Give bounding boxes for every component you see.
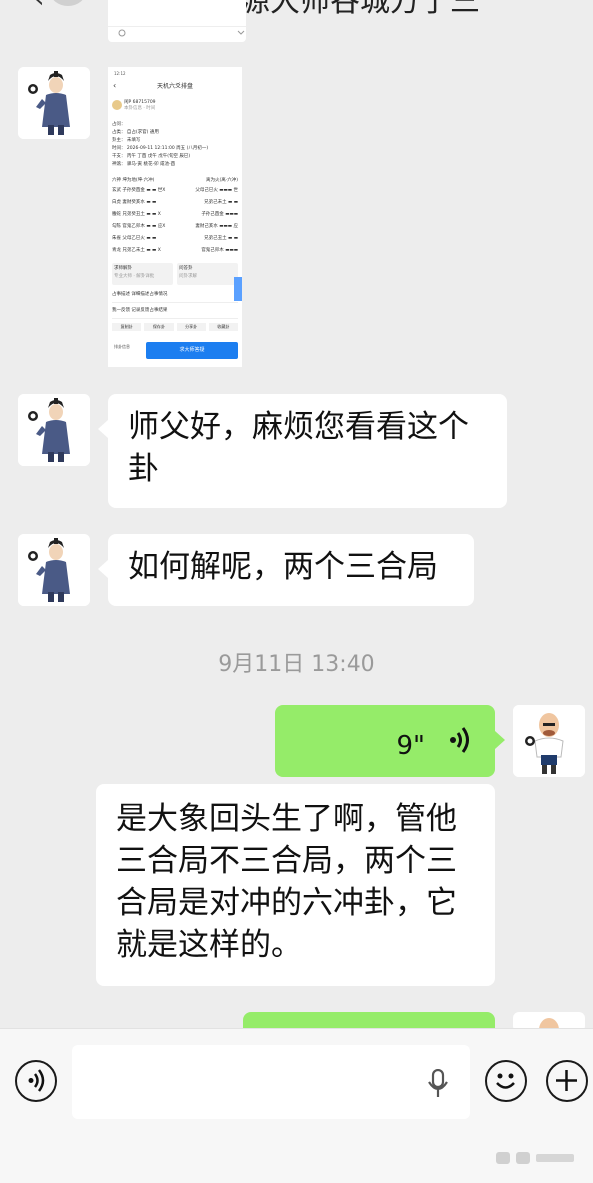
thumb-chip: 收藏卦 [208,323,238,331]
gua-screenshot-image[interactable]: 12:12 ‹ 天机六爻排盘 闲P 68715709 本卦信息 · 时间 占问：… [108,67,242,367]
back-icon[interactable]: ‹ [34,0,44,14]
taoist-avatar-icon [18,67,90,139]
thumb-info-row: 卦主： 未填写 [112,138,141,143]
watermark [496,1148,576,1173]
my-avatar[interactable] [513,705,585,777]
message-line: 如何解呢，两个三合局 [128,549,438,585]
message-bubble[interactable]: 师父好，麻烦您看看这个 卦 [98,394,507,508]
message-line: 合局是对冲的六冲卦，它 [116,885,457,921]
thumb-info-row: 时间： 2026-09-11 12:11:00 周五 (八月初一) [112,146,209,151]
chat-header: ‹ 王小问源大师谷城方了三 [0,0,593,19]
thumb-line: 占事描述 详细描述占事情况 [112,291,238,303]
message-bubble[interactable]: 是大象回头生了啊，管他 三合局不三合局，两个三 合局是对冲的六冲卦，它 就是这样… [96,784,495,986]
thumb-gua-row: 白虎 妻财癸亥水 ▬ ▬ 兄弟己未土 ▬ ▬ [112,199,238,211]
message-line: 卦 [128,451,159,487]
thumb-card: 问答卦 问卦求解 [177,263,238,285]
thumb-info-row: 干支： 丙午 丁酉 戊午 戊午(旬空 辰巳) [112,154,191,159]
taoist-avatar-icon [18,534,90,606]
thumb-gua-cell: 朱雀 父母乙巳火 ▬ ▬ [112,236,157,241]
thumb-gua-row: 勾陈 官鬼乙卯木 ▬ ▬ 应X 妻财己亥水 ▬▬▬ 应 [112,223,238,235]
thumb-info-row: 占问： [112,122,126,127]
thumb-card-sub: 专业大师 · 解卦详批 [114,274,155,279]
message-line: 三合局不三合局，两个三 [116,843,457,879]
thumb-gua-cell: 兄弟己丑土 ▬ ▬ [204,236,238,241]
message-line: 就是这样的。 [116,927,302,963]
previous-image-fragment[interactable] [108,0,246,42]
microphone-icon[interactable] [428,1069,448,1099]
voice-toggle-icon [28,1069,45,1092]
thumb-card-title: 问答卦 [179,266,193,271]
thumb-line: 我一反馈 记录反馈占事结果 [112,307,238,319]
thumb-username-sub: 本卦信息 · 时间 [124,106,156,111]
thumb-gua-cell: 螣蛇 兄弟癸丑土 ▬ ▬ X [112,212,161,217]
thumb-gua-header: 六神 坤为地(坤·六冲) 离为火(离·六冲) [112,177,238,187]
avatar[interactable] [18,534,90,606]
thumb-title: 天机六爻排盘 [156,83,193,90]
thumb-gua-header-right: 离为火(离·六冲) [206,178,238,183]
thumb-cards: 求师解卦 专业大师 · 解卦详批 问答卦 问卦求解 [112,263,238,285]
thumb-chip: 保存卦 [144,323,174,331]
thumb-gua-cell: 勾陈 官鬼乙卯木 ▬ ▬ 应X [112,224,166,229]
thumb-status-time: 12:12 [114,71,126,76]
bald-man-avatar-icon [513,705,585,777]
header-avatar [50,0,86,6]
thumb-gua-cell: 子孙己酉金 ▬▬▬ [201,212,238,217]
avatar[interactable] [18,394,90,466]
thumb-gua-cell: 玄武 子孙癸酉金 ▬ ▬ 世X [112,188,166,193]
thumb-gua-row: 玄武 子孙癸酉金 ▬ ▬ 世X 父母己巳火 ▬▬▬ 世 [112,187,238,199]
plus-icon [556,1070,577,1091]
emoji-icon [496,1073,515,1089]
thumb-gua-cell: 白虎 妻财癸亥水 ▬ ▬ [112,200,157,205]
thumb-chip: 分享卦 [176,323,206,331]
voice-toggle-button[interactable] [15,1060,57,1102]
thumb-gua-cell: 青龙 兄弟乙未土 ▬ ▬ X [112,248,161,253]
thumb-chip: 复制卦 [112,323,142,331]
thumb-info-block: 占问： 占类： 自占(求官) 通用 卦主： 未填写 时间： 2026-09-11… [112,121,238,169]
avatar[interactable] [18,67,90,139]
thumb-ask-button: 求大师答疑 [146,342,238,359]
message-line: 是大象回头生了啊，管他 [116,801,457,837]
watermark-logo-icon [496,1152,574,1164]
thumb-gua-cell: 兄弟己未土 ▬ ▬ [204,200,238,205]
voice-duration: 9" [396,731,425,761]
plus-button[interactable] [546,1060,588,1102]
voice-message-bubble[interactable]: 9" [275,705,505,777]
thumb-gua-table: 六神 坤为地(坤·六冲) 离为火(离·六冲) 玄武 子孙癸酉金 ▬ ▬ 世X 父母… [112,177,238,259]
thumb-info-row: 占类： 自占(求官) 通用 [112,130,159,135]
thumb-card-sub: 问卦求解 [179,274,197,279]
emoji-button[interactable] [485,1060,527,1102]
thumb-gua-cell: 父母己巳火 ▬▬▬ 世 [195,188,238,193]
voice-wave-icon [450,727,469,753]
thumb-gua-row: 螣蛇 兄弟癸丑土 ▬ ▬ X 子孙己酉金 ▬▬▬ [112,211,238,223]
message-line: 师父好，麻烦您看看这个 [128,409,469,445]
thumb-side-label: 排卦信息 [114,344,130,349]
thumb-gua-row: 朱雀 父母乙巳火 ▬ ▬ 兄弟己丑土 ▬ ▬ [112,235,238,247]
thumb-user-avatar [112,100,122,110]
taoist-avatar-icon [18,394,90,466]
thumb-info-row: 神煞： 驿马-寅 桃花-卯 咸池-酉 [112,162,176,167]
globe-icon [108,26,246,37]
thumb-gua-cell: 妻财己亥水 ▬▬▬ 应 [195,224,238,229]
thumb-chips: 复制卦 保存卦 分享卦 收藏卦 [112,323,238,331]
thumb-gua-cell: 官鬼己卯木 ▬▬▬ [201,248,238,253]
thumb-gua-row: 青龙 兄弟乙未土 ▬ ▬ X 官鬼己卯木 ▬▬▬ [112,247,238,259]
message-input[interactable] [72,1045,470,1119]
timestamp: 9月11日 13:40 [218,652,375,677]
thumb-gua-header-left: 六神 坤为地(坤·六冲) [112,178,155,183]
thumb-card: 求师解卦 专业大师 · 解卦详批 [112,263,173,285]
message-bubble[interactable]: 如何解呢，两个三合局 [98,534,474,606]
thumb-card-title: 求师解卦 [114,266,132,271]
